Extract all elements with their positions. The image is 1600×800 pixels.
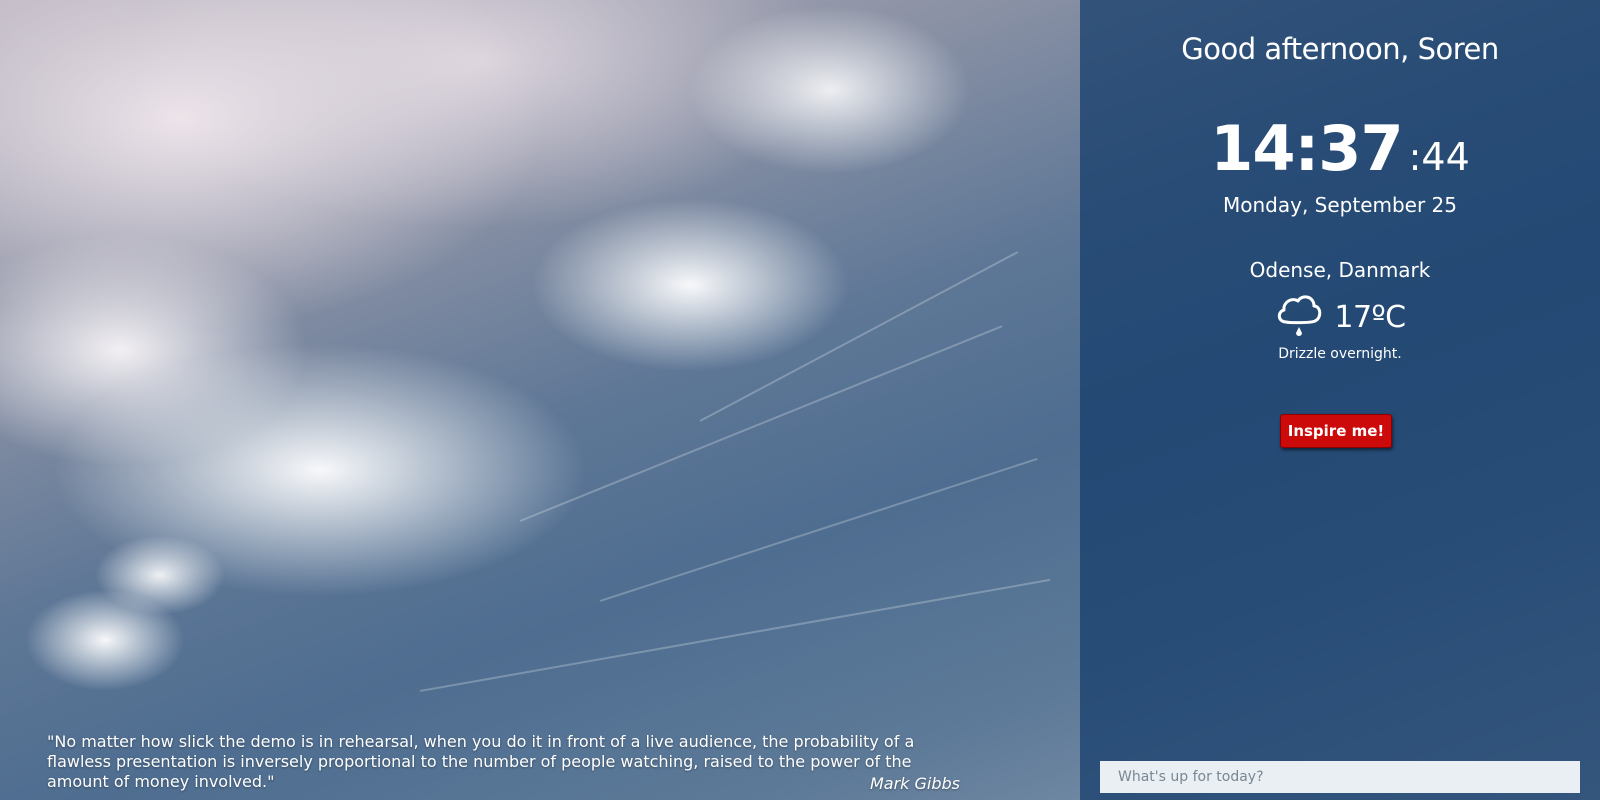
- clock-hours-minutes: 14:37: [1210, 112, 1403, 185]
- clock: 14:37:44: [1080, 112, 1600, 185]
- todo-input[interactable]: [1100, 761, 1580, 793]
- cloud-streak: [599, 457, 1038, 602]
- weather-current: 17ºC: [1080, 288, 1600, 346]
- cloud-drizzle-icon: [1274, 288, 1324, 346]
- clock-seconds: :44: [1408, 135, 1470, 179]
- greeting: Good afternoon, Soren: [1181, 32, 1499, 66]
- weather-location: Odense, Danmark: [1249, 258, 1431, 282]
- background-photo: "No matter how slick the demo is in rehe…: [0, 0, 1600, 800]
- cloud-streak: [419, 578, 1051, 692]
- weather-summary: Drizzle overnight.: [1278, 346, 1402, 362]
- cloud-streak: [699, 251, 1019, 422]
- quote-author: Mark Gibbs: [869, 774, 960, 793]
- date: Monday, September 25: [1222, 193, 1458, 217]
- inspire-me-button[interactable]: Inspire me!: [1280, 414, 1392, 448]
- dashboard-panel: Good afternoon, Soren 14:37:44 Monday, S…: [1080, 0, 1600, 800]
- temperature: 17ºC: [1334, 299, 1406, 335]
